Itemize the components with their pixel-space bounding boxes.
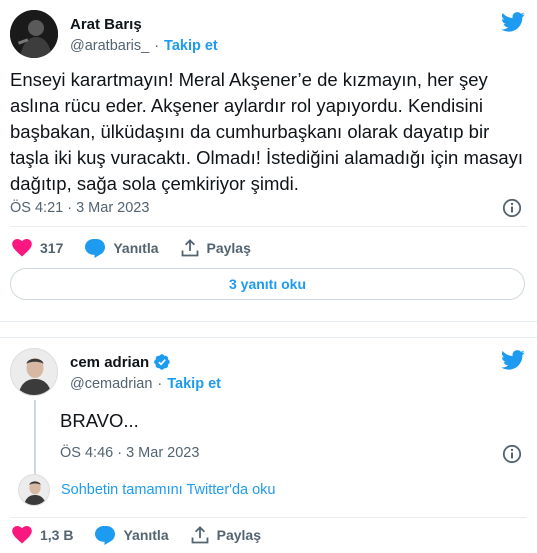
like-count: 1,3 B [40,527,74,543]
like-button[interactable]: 317 [12,239,63,257]
author-name[interactable]: Arat Barış [70,16,142,33]
info-icon[interactable] [502,198,522,218]
avatar[interactable] [10,348,58,396]
tweet-header: Arat Barış @aratbaris_ · Takip et [10,10,527,58]
heart-icon [12,239,32,257]
tweet-text: BRAVO... [60,410,139,431]
follow-button[interactable]: Takip et [164,38,218,54]
reply-bubble-icon [85,238,106,258]
tweet-card-arat-baris: Arat Barış @aratbaris_ · Takip et Enseyi… [0,0,537,322]
share-label: Paylaş [216,527,261,543]
read-replies-button[interactable]: 3 yanıtı oku [10,268,525,300]
like-button[interactable]: 1,3 B [12,526,73,544]
tweet-timestamp[interactable]: ÖS 4:46 · 3 Mar 2023 [60,445,199,461]
follow-button[interactable]: Takip et [167,376,221,392]
reply-bubble-icon [95,525,116,545]
thread-line [34,400,36,482]
separator-dot: · [154,38,160,54]
share-icon [191,526,209,544]
reply-label: Yanıtla [123,527,169,543]
conversation-link-row[interactable]: Sohbetin tamamını Twitter'da oku [18,474,275,506]
tweet-timestamp[interactable]: ÖS 4:21 · 3 Mar 2023 [10,200,149,216]
read-conversation-link[interactable]: Sohbetin tamamını Twitter'da oku [61,482,275,498]
twitter-bird-icon[interactable] [501,350,525,370]
info-icon[interactable] [502,444,522,464]
share-button[interactable]: Paylaş [181,239,251,257]
twitter-bird-icon[interactable] [501,12,525,32]
share-button[interactable]: Paylaş [191,526,261,544]
avatar[interactable] [10,10,58,58]
avatar [18,474,50,506]
share-icon [181,239,198,257]
tweet-actions: 1,3 B Yanıtla Paylaş [12,524,283,546]
tweet-header: cem adrian @cemadrian · Takip et [10,348,527,396]
author-name[interactable]: cem adrian [70,354,149,371]
reply-button[interactable]: Yanıtla [85,238,159,258]
reply-label: Yanıtla [113,240,159,256]
separator-dot: · [157,376,163,392]
share-label: Paylaş [206,240,251,256]
heart-icon [12,526,32,544]
tweet-card-cem-adrian: cem adrian @cemadrian · Takip et BRAVO..… [0,337,537,553]
author-handle[interactable]: @aratbaris_ [70,38,149,54]
like-count: 317 [40,240,64,256]
reply-button[interactable]: Yanıtla [95,525,169,545]
divider [10,517,527,518]
card-gap [0,322,537,337]
verified-badge-icon [154,354,170,370]
author-handle[interactable]: @cemadrian [70,376,152,392]
tweet-actions: 317 Yanıtla Paylaş [12,237,273,259]
divider [10,226,527,227]
tweet-text: Enseyi karartmayın! Meral Akşener’e de k… [10,69,524,194]
